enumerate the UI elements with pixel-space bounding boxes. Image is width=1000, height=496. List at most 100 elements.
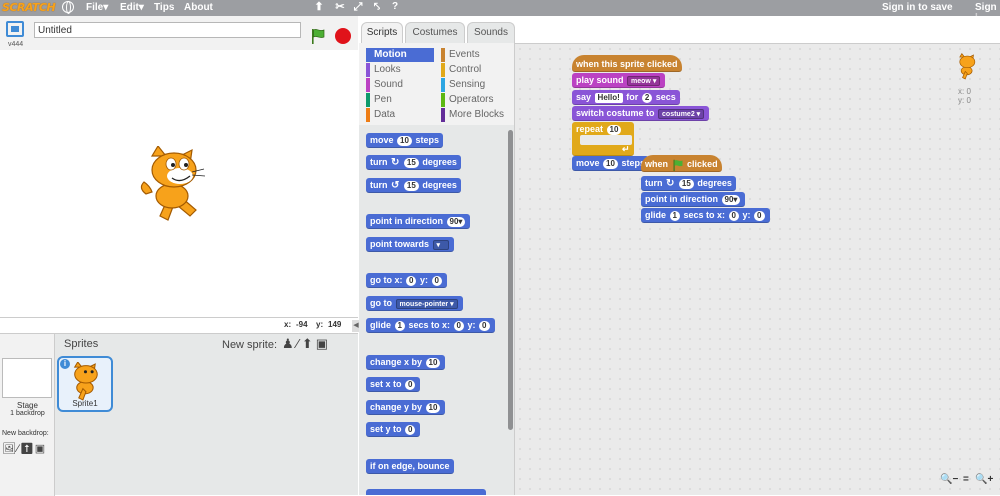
palette-change-y-block[interactable]: change y by 10 [366, 400, 446, 415]
block-input[interactable]: 0 [728, 210, 739, 221]
palette-goto-xy-block[interactable]: go to x: 0 y: 0 [366, 273, 447, 288]
palette-scrollbar[interactable] [508, 130, 513, 430]
when-sprite-clicked-block[interactable]: when this sprite clicked [572, 55, 682, 72]
category-sound[interactable]: Sound [366, 78, 436, 92]
turn-block[interactable]: turn ↻ 15 degrees [641, 176, 736, 191]
menu-tips[interactable]: Tips [154, 2, 174, 13]
grow-icon[interactable]: ⤢ [352, 1, 364, 13]
category-operators[interactable]: Operators [441, 93, 511, 107]
block-input[interactable]: 15 [403, 157, 419, 168]
category-looks[interactable]: Looks [366, 63, 436, 77]
block-input[interactable]: 0 [406, 275, 417, 286]
block-input[interactable]: 10 [606, 124, 622, 135]
say-block[interactable]: say Hello! for 2 secs [572, 90, 680, 105]
block-input[interactable]: 1 [669, 210, 680, 221]
delete-cut-icon[interactable]: ✂ [334, 1, 346, 13]
shrink-icon[interactable]: ⤣ [371, 1, 383, 13]
block-input[interactable]: 1 [394, 320, 405, 331]
glide-block[interactable]: glide 1 secs to x: 0 y: 0 [641, 208, 770, 223]
palette-partial-block[interactable] [366, 489, 486, 495]
palette-move-block[interactable]: move 10 steps [366, 133, 443, 148]
green-flag-icon[interactable] [310, 28, 326, 44]
fullscreen-icon[interactable] [6, 21, 24, 37]
category-pen[interactable]: Pen [366, 93, 436, 107]
switch-costume-block[interactable]: switch costume to costume2 ▾ [572, 106, 710, 121]
project-title-input[interactable] [34, 22, 301, 38]
block-label: glide [370, 320, 392, 330]
backdrop-library-icon[interactable]: 🖼 [2, 443, 17, 455]
zoom-in-icon[interactable]: 🔍+ [975, 474, 993, 485]
point-direction-block[interactable]: point in direction 90▾ [641, 192, 746, 207]
help-icon[interactable]: ? [389, 1, 401, 13]
sign-in-to-save-link[interactable]: Sign in to save [882, 2, 953, 13]
upload-backdrop-icon[interactable]: ⬆ [20, 443, 35, 455]
stop-icon[interactable] [335, 28, 351, 44]
duplicate-stamp-icon[interactable]: ⬆ [313, 1, 325, 13]
block-input[interactable]: 90▾ [446, 216, 466, 227]
stage[interactable] [0, 50, 358, 318]
block-input[interactable]: 10 [425, 357, 441, 368]
block-input[interactable]: 0 [479, 320, 490, 331]
tab-scripts[interactable]: Scripts [361, 22, 403, 44]
palette-turn-cw-block[interactable]: turn ↻ 15 degrees [366, 155, 461, 170]
block-input[interactable]: 0 [453, 320, 464, 331]
upload-sprite-icon[interactable]: ⬆ [302, 336, 316, 351]
menu-about[interactable]: About [184, 2, 213, 13]
palette-turn-ccw-block[interactable]: turn ↺ 15 degrees [366, 178, 461, 193]
block-label: y: [467, 320, 476, 330]
block-dropdown[interactable]: costume2 ▾ [658, 108, 705, 119]
block-input[interactable]: 10 [603, 158, 618, 169]
palette-change-x-block[interactable]: change x by 10 [366, 355, 446, 370]
block-dropdown[interactable]: meow ▾ [627, 75, 661, 86]
play-sound-block[interactable]: play sound meow ▾ [572, 73, 666, 88]
block-label: turn [645, 178, 663, 188]
tab-costumes[interactable]: Costumes [405, 22, 465, 44]
sprite-library-icon[interactable]: ♟ [282, 336, 297, 351]
sprite-cat-icon[interactable] [138, 146, 214, 224]
zoom-out-icon[interactable]: 🔍− [940, 474, 958, 485]
language-globe-icon[interactable] [62, 1, 74, 14]
category-events[interactable]: Events [441, 48, 511, 62]
category-color-swatch [441, 78, 445, 92]
palette-point-direction-block[interactable]: point in direction 90▾ [366, 214, 471, 229]
block-input[interactable]: 2 [641, 92, 653, 103]
block-input[interactable]: 15 [403, 180, 419, 191]
palette-goto-block[interactable]: go to mouse-pointer ▾ [366, 296, 463, 311]
palette-glide-block[interactable]: glide 1 secs to x: 0 y: 0 [366, 318, 495, 333]
block-input[interactable]: 90▾ [721, 194, 741, 205]
move-block[interactable]: move 10 steps [572, 156, 649, 171]
camera-backdrop-icon[interactable]: ▣ [35, 443, 46, 455]
new-sprite-tools: ♟∕⬆▣ [282, 336, 331, 352]
category-sensing[interactable]: Sensing [441, 78, 511, 92]
sprite-thumbnail[interactable]: i Sprite1 [57, 356, 113, 412]
category-data[interactable]: Data [366, 108, 436, 122]
block-input[interactable]: 15 [678, 178, 694, 189]
menu-file[interactable]: File▾ [86, 2, 108, 13]
category-control[interactable]: Control [441, 63, 511, 77]
tab-sounds[interactable]: Sounds [467, 22, 515, 44]
palette-set-y-block[interactable]: set y to 0 [366, 422, 421, 437]
palette-point-towards-block[interactable]: point towards ▾ [366, 237, 454, 252]
repeat-block[interactable]: repeat 10 ↵ [572, 122, 634, 156]
category-motion[interactable]: Motion [366, 48, 434, 62]
palette-set-x-block[interactable]: set x to 0 [366, 377, 421, 392]
block-input[interactable]: 0 [405, 424, 416, 435]
category-color-swatch [441, 48, 445, 62]
block-input[interactable]: Hello! [594, 92, 623, 103]
zoom-reset-button[interactable]: = [963, 474, 969, 485]
scratch-logo[interactable]: SCRATCH [2, 1, 56, 14]
camera-sprite-icon[interactable]: ▣ [316, 336, 331, 351]
stage-thumbnail[interactable] [2, 358, 52, 398]
block-dropdown[interactable]: ▾ [432, 239, 449, 250]
block-dropdown[interactable]: mouse-pointer ▾ [395, 298, 458, 309]
block-input[interactable]: 10 [397, 135, 412, 146]
palette-bounce-block[interactable]: if on edge, bounce [366, 459, 454, 474]
menu-edit[interactable]: Edit▾ [120, 2, 144, 13]
block-input[interactable]: 0 [754, 210, 765, 221]
when-flag-clicked-block[interactable]: when clicked [641, 155, 722, 172]
block-input[interactable]: 0 [431, 275, 442, 286]
block-input[interactable]: 0 [405, 379, 416, 390]
block-label: secs to x: [683, 210, 726, 220]
block-input[interactable]: 10 [425, 402, 441, 413]
category-more-blocks[interactable]: More Blocks [441, 108, 511, 122]
